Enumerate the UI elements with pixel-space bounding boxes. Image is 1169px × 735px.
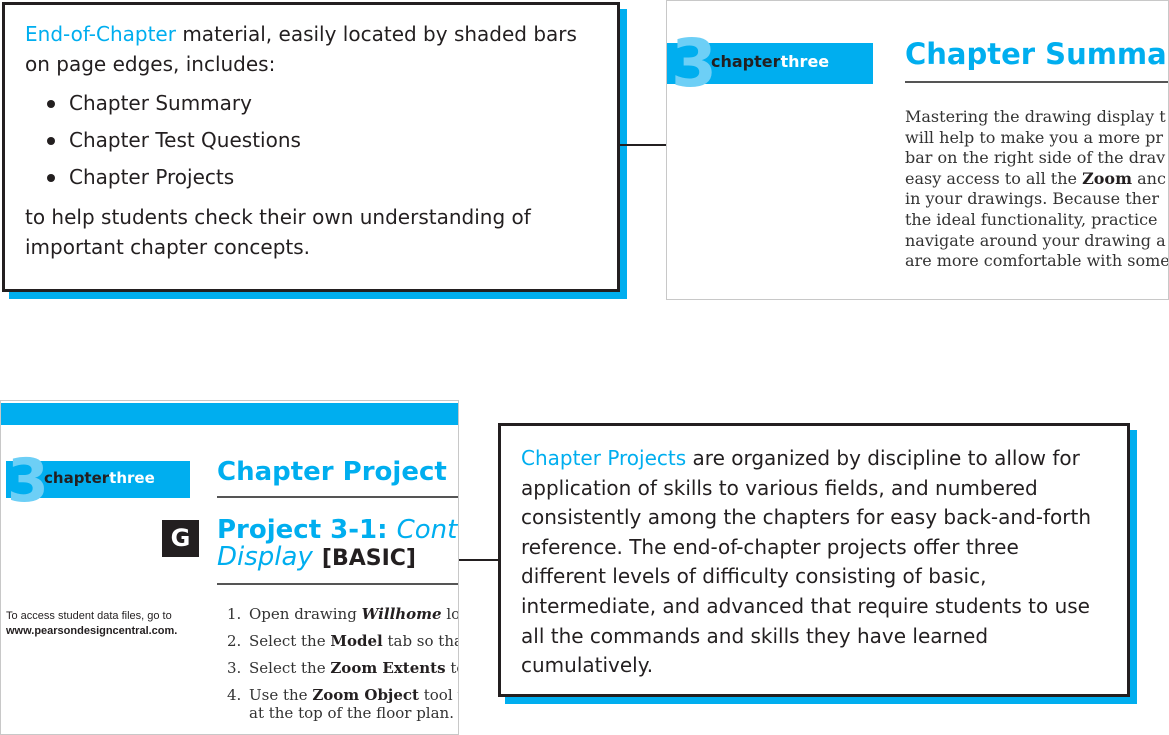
chapter-label: chapterthree — [44, 469, 155, 487]
body-line: navigate around your drawing a — [905, 230, 1166, 250]
body-line: will help to make you a more pr — [905, 127, 1164, 147]
chapter-label: chapterthree — [711, 52, 830, 71]
page-title: Chapter Project — [217, 457, 447, 487]
title-rule — [217, 496, 458, 498]
step-item: 2.Select the Model tab so that — [227, 632, 458, 650]
end-of-chapter-callout: End-of-Chapter material, easily located … — [2, 2, 620, 292]
title-rule — [217, 583, 458, 585]
chapter-number: 3 — [7, 446, 49, 516]
feature-list: Chapter Summary Chapter Test Questions C… — [47, 85, 597, 196]
body-line: are more comfortable with some — [905, 251, 1169, 271]
body-line: bar on the right side of the drav — [905, 148, 1166, 168]
connector-line — [459, 559, 499, 561]
list-item: Chapter Summary — [47, 85, 597, 122]
callout-highlight: Chapter Projects — [521, 446, 687, 470]
list-item: Chapter Test Questions — [47, 122, 597, 159]
page-edge-bar — [1, 403, 458, 425]
chapter-project-page: 3 chapterthree Chapter Project G Project… — [0, 400, 459, 735]
project-title: Project 3-1: Control Display [BASIC] — [217, 515, 458, 572]
step-item: 4.Use the Zoom Object tool toat the top … — [227, 686, 458, 722]
body-line: easy access to all the Zoom anc — [905, 168, 1166, 188]
connector-line — [620, 144, 666, 146]
step-item: 1.Open drawing Willhome loc — [227, 605, 458, 623]
chapter-projects-callout: Chapter Projects are organized by discip… — [498, 423, 1130, 697]
body-line: in your drawings. Because ther — [905, 189, 1160, 209]
website-link[interactable]: www.pearsondesigncentral.com. — [6, 624, 177, 639]
step-item: 3.Select the Zoom Extents to — [227, 659, 458, 677]
chapter-summary-page: 3 chapterthree Chapter Summary Mastering… — [666, 0, 1169, 300]
project-steps: 1.Open drawing Willhome loc 2.Select the … — [227, 605, 458, 731]
list-item: Chapter Projects — [47, 159, 597, 196]
page-title: Chapter Summary — [905, 37, 1168, 71]
callout-intro: End-of-Chapter material, easily located … — [25, 22, 577, 76]
discipline-badge: G — [162, 520, 199, 557]
callout-highlight: End-of-Chapter — [25, 22, 176, 46]
body-line: Mastering the drawing display t — [905, 107, 1166, 126]
data-files-note: To access student data files, go to www.… — [6, 610, 178, 639]
difficulty-level: [BASIC] — [321, 546, 416, 571]
callout-outro: to help students check their own underst… — [25, 205, 531, 259]
title-rule — [905, 81, 1168, 83]
body-line: the ideal functionality, practice — [905, 209, 1158, 229]
summary-body: Mastering the drawing display t will help… — [905, 107, 1169, 272]
